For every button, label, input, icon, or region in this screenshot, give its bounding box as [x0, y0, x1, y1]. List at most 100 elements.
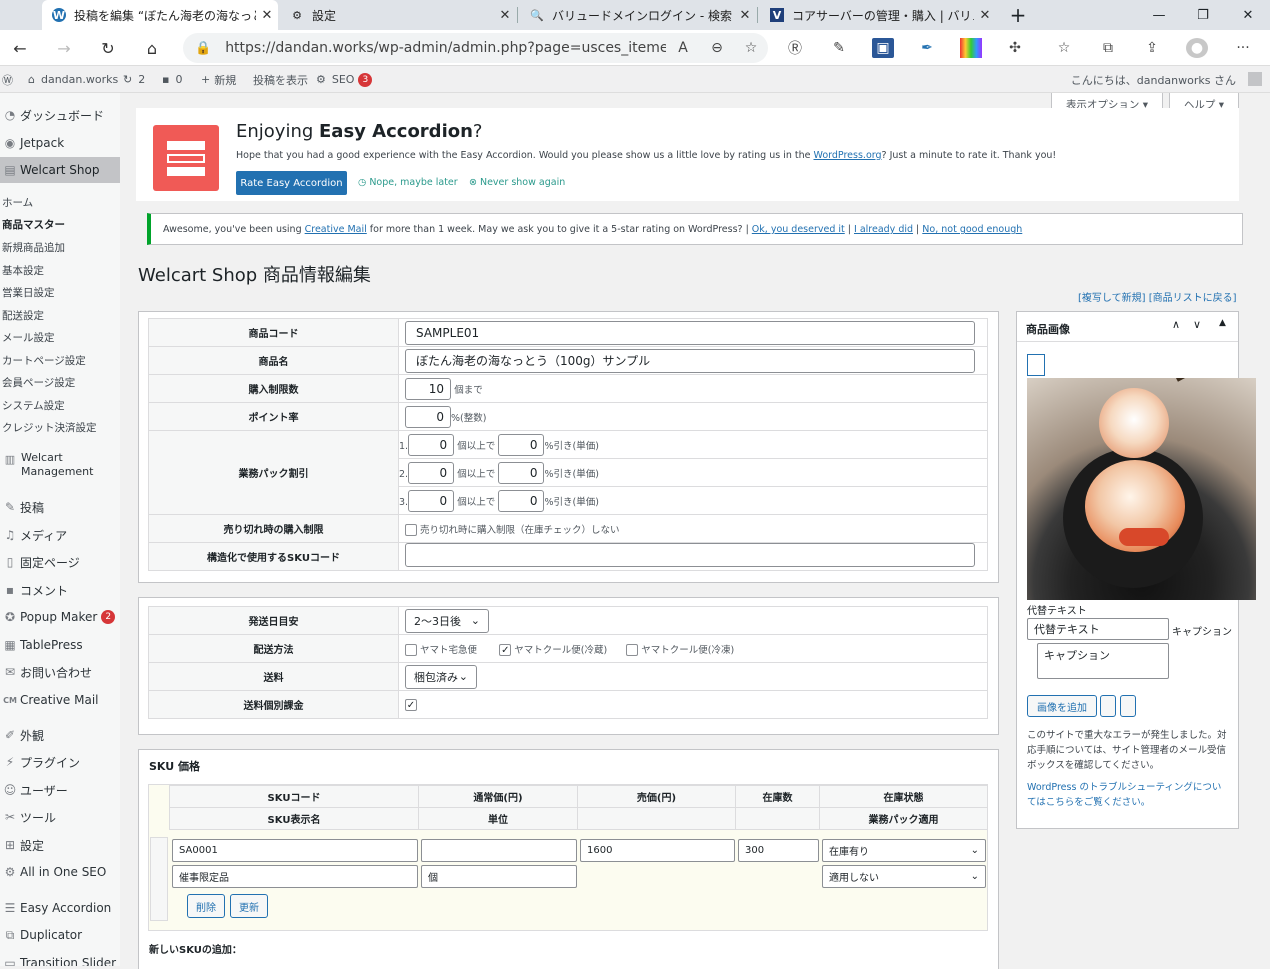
extension-icon[interactable]: ▣ — [872, 38, 894, 58]
individual-fee-checkbox[interactable]: ✓ — [405, 698, 417, 711]
structured-sku-input[interactable] — [405, 543, 975, 567]
sidebar-item-creative-mail[interactable]: CM Creative Mail — [0, 687, 120, 713]
site-name-link[interactable]: ⌂ dandan.works — [28, 66, 118, 93]
purchase-limit-input[interactable]: 10 — [405, 377, 451, 400]
sidebar-item-jetpack[interactable]: ◉ Jetpack — [0, 130, 120, 156]
close-window-icon[interactable]: ✕ — [1226, 0, 1270, 30]
read-aloud-icon[interactable]: A — [666, 40, 700, 56]
sidebar-sub-basic[interactable]: 基本設定 — [2, 263, 44, 278]
sidebar-item-transition-slider[interactable]: ▭ Transition Slider — [0, 950, 120, 966]
close-icon[interactable]: ✕ — [256, 8, 278, 23]
avatar[interactable] — [1248, 72, 1262, 86]
alt-text-input[interactable]: 代替テキスト — [1027, 618, 1169, 640]
extension-icon[interactable]: ✒ — [916, 38, 938, 58]
sku-status-select[interactable]: 在庫有り ⌄ — [822, 839, 986, 862]
sku-code-input[interactable]: SA0001 — [172, 839, 418, 862]
greeting-link[interactable]: こんにちは、dandanworks さん — [1071, 66, 1236, 93]
pack-qty-input-3[interactable]: 0 — [408, 489, 455, 512]
pack-pct-input-2[interactable]: 0 — [498, 461, 545, 484]
point-rate-input[interactable]: 0 — [405, 405, 451, 428]
sidebar-item-duplicator[interactable]: ⧉ Duplicator — [0, 922, 120, 948]
add-image-button[interactable]: 画像を追加 — [1027, 695, 1097, 717]
zoom-icon[interactable]: ⊖ — [700, 40, 734, 56]
sku-display-name-input[interactable]: 催事限定品 — [172, 865, 418, 888]
deserved-link[interactable]: Ok, you deserved it — [752, 224, 845, 235]
minimize-icon[interactable]: — — [1137, 0, 1181, 30]
new-content-link[interactable]: + 新規 — [201, 66, 236, 93]
sidebar-sub-member-page[interactable]: 会員ページ設定 — [2, 375, 75, 390]
creative-mail-link[interactable]: Creative Mail — [305, 224, 367, 235]
pack-pct-input-3[interactable]: 0 — [498, 489, 545, 512]
sidebar-sub-cart-page[interactable]: カートページ設定 — [2, 353, 86, 368]
browser-tab-coreserver[interactable]: V コアサーバーの管理・購入 | バリュード ✕ — [760, 0, 996, 30]
pack-qty-input-1[interactable]: 0 — [408, 433, 455, 456]
method-checkbox-cool-frozen[interactable] — [626, 643, 639, 656]
extension-icon[interactable] — [960, 38, 982, 58]
method-checkbox-cool-chilled[interactable]: ✓ — [499, 643, 512, 656]
sidebar-item-contact[interactable]: ✉ お問い合わせ — [0, 659, 120, 685]
pack-pct-input-1[interactable]: 0 — [498, 433, 545, 456]
sidebar-item-plugins[interactable]: ⚡ プラグイン — [0, 749, 120, 775]
already-did-link[interactable]: I already did — [854, 224, 913, 235]
sidebar-item-posts[interactable]: ✎ 投稿 — [0, 494, 120, 520]
sidebar-item-appearance[interactable]: ✐ 外観 — [0, 722, 120, 748]
forward-icon[interactable]: → — [50, 36, 78, 60]
wordpress-org-link[interactable]: WordPress.org — [814, 150, 882, 161]
sidebar-sub-home[interactable]: ホーム — [2, 195, 33, 210]
item-name-input[interactable]: ぼたん海老の海なっとう（100g）サンプル — [405, 348, 975, 373]
sku-delete-button[interactable]: 削除 — [187, 894, 225, 918]
close-icon[interactable]: ✕ — [494, 8, 516, 23]
seo-menu[interactable]: ⚙ SEO 3 — [316, 66, 373, 93]
image-thumb-slot[interactable] — [1027, 354, 1045, 376]
caption-textarea[interactable]: キャプション — [1037, 643, 1169, 679]
back-to-list-link[interactable]: [商品リストに戻る] — [1149, 293, 1237, 304]
puzzle-icon[interactable]: ✣ — [1004, 38, 1026, 58]
sidebar-item-dashboard[interactable]: ◔ ダッシュボード — [0, 102, 120, 128]
sidebar-item-tools[interactable]: ✂ ツール — [0, 804, 120, 830]
pack-qty-input-2[interactable]: 0 — [408, 461, 455, 484]
view-post-link[interactable]: 投稿を表示 — [253, 66, 308, 93]
sidebar-item-welcart-management[interactable]: ▥ Welcart Management — [0, 451, 120, 483]
new-tab-button[interactable]: + — [996, 0, 1040, 30]
collections-icon[interactable]: ⧉ — [1097, 38, 1119, 58]
home-icon[interactable]: ⌂ — [138, 36, 166, 60]
favorites-icon[interactable]: ☆ — [1053, 38, 1075, 58]
sku-normal-price-input[interactable] — [421, 839, 577, 862]
troubleshooting-link[interactable]: WordPress のトラブルシューティングについてはこちらをご覧ください。 — [1027, 780, 1230, 810]
sidebar-item-users[interactable]: ☺ ユーザー — [0, 777, 120, 803]
never-show-link[interactable]: ⊗ Never show again — [469, 177, 565, 188]
browser-tab-search[interactable]: 🔍 バリュードメインログイン - 検索 ✕ — [520, 0, 756, 30]
shipping-fee-select[interactable]: 梱包済み ⌄ — [405, 664, 477, 689]
sidebar-item-pages[interactable]: ▯ 固定ページ — [0, 549, 120, 575]
sku-pack-select[interactable]: 適用しない ⌄ — [822, 865, 986, 888]
url-bar[interactable]: 🔒 https://dandan.works/wp-admin/admin.ph… — [183, 33, 768, 63]
sidebar-item-tablepress[interactable]: ▦ TablePress — [0, 632, 120, 658]
rate-easy-accordion-button[interactable]: Rate Easy Accordion — [236, 171, 347, 195]
ship-date-select[interactable]: 2〜3日後 ⌄ — [405, 608, 489, 633]
updates-link[interactable]: ↻ 2 — [123, 66, 145, 93]
maybe-later-link[interactable]: ◷ Nope, maybe later — [358, 177, 458, 188]
reload-icon[interactable]: ↻ — [94, 36, 122, 60]
comments-link[interactable]: ▪ 0 — [162, 66, 182, 93]
back-icon[interactable]: ← — [6, 36, 34, 60]
sidebar-sub-business-days[interactable]: 営業日設定 — [2, 285, 55, 300]
sidebar-item-popup-maker[interactable]: ✪ Popup Maker 2 — [0, 604, 120, 630]
sidebar-item-media[interactable]: ♫ メディア — [0, 522, 120, 548]
favorite-add-icon[interactable]: ☆ — [734, 40, 768, 56]
move-down-icon[interactable]: ∨ — [1193, 318, 1201, 331]
profile-avatar-icon[interactable]: ● — [1186, 38, 1208, 58]
sidebar-sub-system[interactable]: システム設定 — [2, 398, 65, 413]
sidebar-item-aioseo[interactable]: ⚙ All in One SEO — [0, 859, 120, 885]
browser-tab-settings[interactable]: ⚙ 設定 ✕ — [280, 0, 516, 30]
method-checkbox-yamato[interactable] — [405, 643, 417, 656]
browser-tab-edit-post[interactable]: W 投稿を編集 “ぼたん海老の海なっとう ✕ — [42, 0, 278, 30]
item-code-input[interactable]: SAMPLE01 — [405, 320, 975, 345]
sidebar-sub-mail[interactable]: メール設定 — [2, 330, 55, 345]
sku-sale-price-input[interactable]: 1600 — [580, 839, 735, 862]
extension-icon[interactable]: Ⓡ — [784, 38, 806, 58]
sidebar-sub-delivery[interactable]: 配送設定 — [2, 308, 44, 323]
wp-logo-icon[interactable]: Ⓦ — [2, 66, 16, 93]
sidebar-item-settings[interactable]: ⊞ 設定 — [0, 832, 120, 858]
sku-update-button[interactable]: 更新 — [230, 894, 268, 918]
sidebar-item-welcart-shop[interactable]: ▤ Welcart Shop — [0, 157, 120, 183]
